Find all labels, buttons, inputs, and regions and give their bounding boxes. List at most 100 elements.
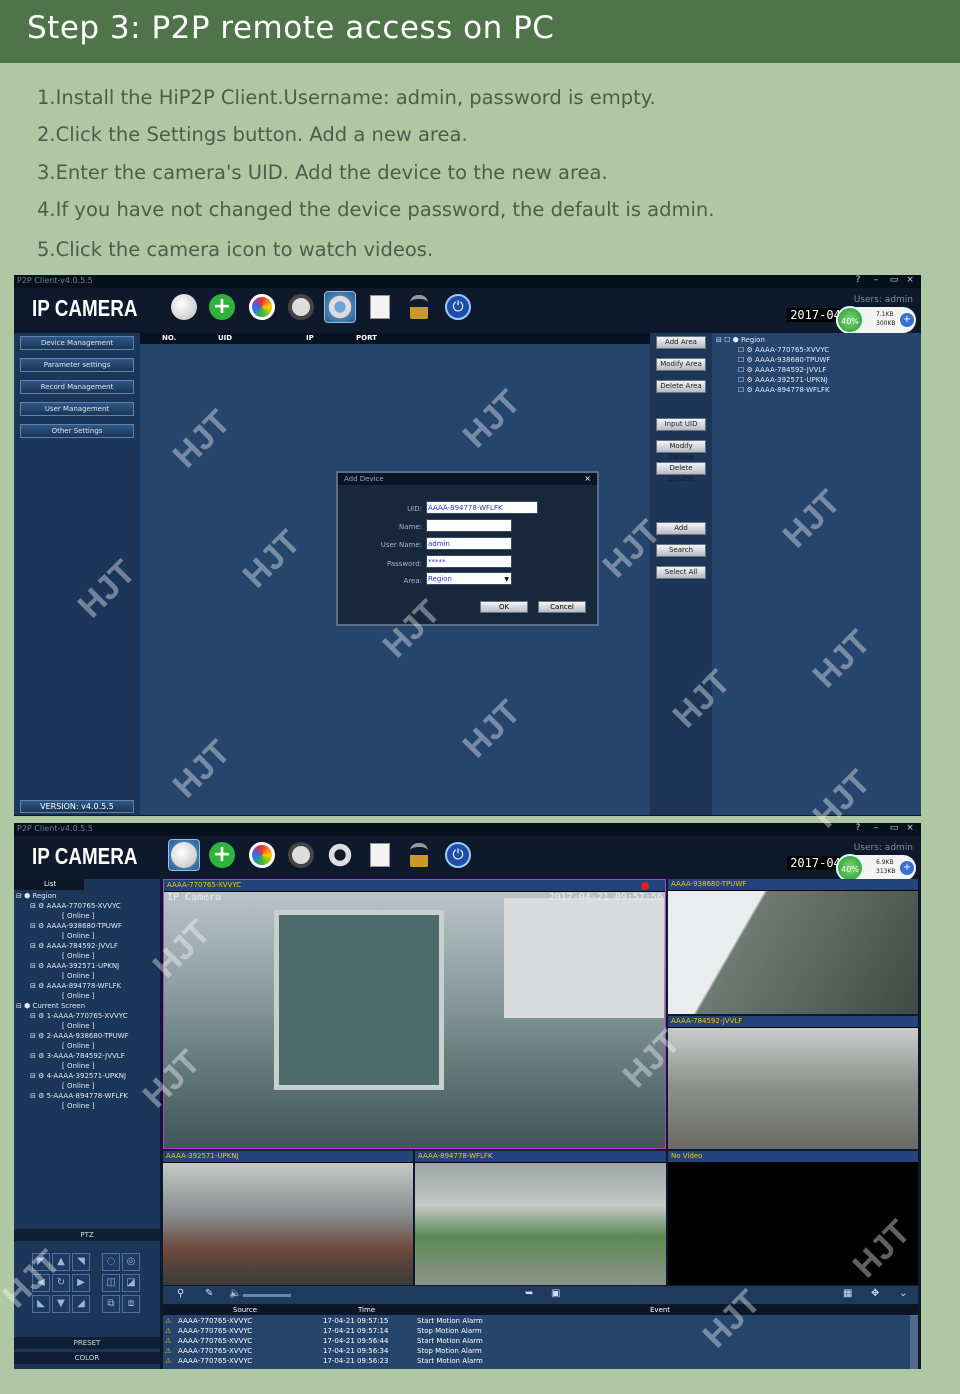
tree-root[interactable]: ⊟ ⬢ Region bbox=[16, 892, 56, 900]
maximize-button[interactable]: ▭ bbox=[887, 823, 901, 833]
ok-button[interactable]: OK bbox=[480, 601, 528, 613]
minimize-button[interactable]: – bbox=[869, 823, 883, 833]
menu-user-management[interactable]: User Management bbox=[20, 402, 134, 416]
name-field[interactable] bbox=[426, 519, 512, 532]
focus-in-button[interactable]: ◎ bbox=[122, 1253, 140, 1271]
maximize-button[interactable]: ▭ bbox=[887, 275, 901, 285]
playback-button[interactable] bbox=[246, 839, 278, 871]
help-button[interactable]: ? bbox=[851, 823, 865, 833]
close-button[interactable]: × bbox=[903, 823, 917, 833]
playback-button[interactable] bbox=[246, 291, 278, 323]
wrench-icon[interactable]: ✎ bbox=[205, 1288, 213, 1299]
video-tile-3[interactable]: AAAA-784592-JVVLF bbox=[668, 1016, 918, 1149]
log-button[interactable] bbox=[364, 291, 396, 323]
power-button[interactable]: ⏻ bbox=[442, 291, 474, 323]
username-field[interactable]: admin bbox=[426, 537, 512, 550]
ptz-up-button[interactable]: ▲ bbox=[52, 1253, 70, 1271]
ptz-button[interactable] bbox=[285, 839, 317, 871]
power-button[interactable]: ⏻ bbox=[442, 839, 474, 871]
tree-channel[interactable]: ⊟ ⚙ 3-AAAA-784592-JVVLF bbox=[30, 1052, 125, 1060]
modify-device-button[interactable]: Modify Device bbox=[656, 440, 706, 461]
help-button[interactable]: ? bbox=[851, 275, 865, 285]
tree-device[interactable]: ⊟ ⚙ AAAA-894778-WFLFK bbox=[30, 982, 121, 990]
tree-device[interactable]: ☐ ⚙ AAAA-392571-UPKNJ bbox=[738, 376, 828, 384]
event-row[interactable]: ⚠ AAAA-770765-XVVYC 17-04-21 09:57:14 St… bbox=[163, 1326, 909, 1336]
volume-icon[interactable]: 🔈 bbox=[229, 1288, 241, 1299]
search-icon[interactable]: ⚲ bbox=[177, 1288, 184, 1299]
tree-current-screen[interactable]: ⊟ ⬢ Current Screen bbox=[16, 1002, 85, 1010]
tree-device[interactable]: ⊟ ⚙ AAAA-770765-XVVYC bbox=[30, 902, 121, 910]
add-network-icon[interactable]: + bbox=[900, 313, 914, 327]
tab-list[interactable]: List bbox=[14, 879, 84, 890]
snapshot-icon[interactable]: ▣ bbox=[551, 1288, 560, 1299]
ptz-down-button[interactable]: ▼ bbox=[52, 1295, 70, 1313]
close-button[interactable]: × bbox=[903, 275, 917, 285]
menu-parameter-settings[interactable]: Parameter settings bbox=[20, 358, 134, 372]
settings-button[interactable] bbox=[324, 839, 356, 871]
ptz-down-right-button[interactable]: ◢ bbox=[72, 1295, 90, 1313]
ptz-up-left-button[interactable]: ◤ bbox=[32, 1253, 50, 1271]
dialog-close-button[interactable]: × bbox=[584, 473, 591, 485]
menu-device-management[interactable]: Device Management bbox=[20, 336, 134, 350]
tree-device[interactable]: ☐ ⚙ AAAA-894778-WFLFK bbox=[738, 386, 830, 394]
delete-device-button[interactable]: Delete Device bbox=[656, 462, 706, 483]
add-area-button[interactable]: Add Area bbox=[656, 336, 706, 349]
password-field[interactable]: ***** bbox=[426, 555, 512, 568]
ptz-down-left-button[interactable]: ◣ bbox=[32, 1295, 50, 1313]
lock-button[interactable] bbox=[403, 291, 435, 323]
camera-view-button[interactable] bbox=[168, 839, 200, 871]
event-row[interactable]: ⚠ AAAA-770765-XVVYC 17-04-21 09:57:15 St… bbox=[163, 1316, 909, 1326]
tree-channel[interactable]: ⊟ ⚙ 2-AAAA-938680-TPUWF bbox=[30, 1032, 129, 1040]
chevron-down-icon[interactable]: ⌄ bbox=[899, 1288, 907, 1299]
add-device-button[interactable]: Add bbox=[656, 522, 706, 535]
volume-slider[interactable] bbox=[243, 1294, 291, 1297]
video-tile-6[interactable]: No Video bbox=[668, 1151, 918, 1285]
search-button[interactable]: Search bbox=[656, 544, 706, 557]
event-row[interactable]: ⚠ AAAA-770765-XVVYC 17-04-21 09:56:34 St… bbox=[163, 1346, 909, 1356]
color-header[interactable]: COLOR bbox=[14, 1352, 160, 1364]
tree-channel[interactable]: ⊟ ⚙ 4-AAAA-392571-UPKNJ bbox=[30, 1072, 126, 1080]
fullscreen-icon[interactable]: ✥ bbox=[871, 1288, 879, 1299]
tree-channel[interactable]: ⊟ ⚙ 1-AAAA-770765-XVVYC bbox=[30, 1012, 128, 1020]
minimize-button[interactable]: – bbox=[869, 275, 883, 285]
add-network-icon[interactable]: + bbox=[900, 861, 914, 875]
ptz-center-button[interactable]: ↻ bbox=[52, 1274, 70, 1292]
lock-button[interactable] bbox=[403, 839, 435, 871]
input-uid-button[interactable]: Input UID bbox=[656, 418, 706, 431]
preset-header[interactable]: PRESET bbox=[14, 1337, 160, 1349]
grid-layout-icon[interactable]: ▦ bbox=[843, 1288, 852, 1299]
uid-field[interactable]: AAAA-894778-WFLFK bbox=[426, 501, 538, 514]
ptz-up-right-button[interactable]: ◥ bbox=[72, 1253, 90, 1271]
select-all-button[interactable]: Select All bbox=[656, 566, 706, 579]
video-tile-5[interactable]: AAAA-894778-WFLFK bbox=[415, 1151, 666, 1285]
settings-button[interactable] bbox=[324, 291, 356, 323]
add-button[interactable]: + bbox=[206, 291, 238, 323]
tree-device[interactable]: ☐ ⚙ AAAA-784592-JVVLF bbox=[738, 366, 826, 374]
video-tile-4[interactable]: AAAA-392571-UPKNJ bbox=[163, 1151, 413, 1285]
iris-open-button[interactable]: ⧉ bbox=[102, 1295, 120, 1313]
zoom-in-button[interactable]: ◌ bbox=[102, 1253, 120, 1271]
ptz-right-button[interactable]: ▶ bbox=[72, 1274, 90, 1292]
camera-view-button[interactable] bbox=[168, 291, 200, 323]
log-button[interactable] bbox=[364, 839, 396, 871]
record-button-icon[interactable]: ➥ bbox=[525, 1288, 533, 1299]
tree-device[interactable]: ⊟ ⚙ AAAA-938680-TPUWF bbox=[30, 922, 122, 930]
menu-other-settings[interactable]: Other Settings bbox=[20, 424, 134, 438]
delete-area-button[interactable]: Delete Area bbox=[656, 380, 706, 393]
add-button[interactable]: + bbox=[206, 839, 238, 871]
cancel-button[interactable]: Cancel bbox=[538, 601, 586, 613]
event-row[interactable]: ⚠ AAAA-770765-XVVYC 17-04-21 09:56:23 St… bbox=[163, 1356, 909, 1366]
video-tile-2[interactable]: AAAA-938680-TPUWF bbox=[668, 879, 918, 1014]
tree-device[interactable]: ⊟ ⚙ AAAA-392571-UPKNJ bbox=[30, 962, 119, 970]
modify-area-button[interactable]: Modify Area bbox=[656, 358, 706, 371]
event-row[interactable]: ⚠ AAAA-770765-XVVYC 17-04-21 09:56:44 St… bbox=[163, 1336, 909, 1346]
zoom-out-button[interactable]: ◫ bbox=[102, 1274, 120, 1292]
ptz-button[interactable] bbox=[285, 291, 317, 323]
menu-record-management[interactable]: Record Management bbox=[20, 380, 134, 394]
event-log-scrollbar[interactable] bbox=[910, 1315, 918, 1369]
ptz-left-button[interactable]: ◀ bbox=[32, 1274, 50, 1292]
area-select[interactable]: Region ▼ bbox=[426, 572, 512, 585]
focus-out-button[interactable]: ◪ bbox=[122, 1274, 140, 1292]
iris-close-button[interactable]: ⧈ bbox=[122, 1295, 140, 1313]
video-tile-1[interactable]: AAAA-770765-XVVYC IP Camera 2017-04-21 0… bbox=[163, 879, 666, 1149]
